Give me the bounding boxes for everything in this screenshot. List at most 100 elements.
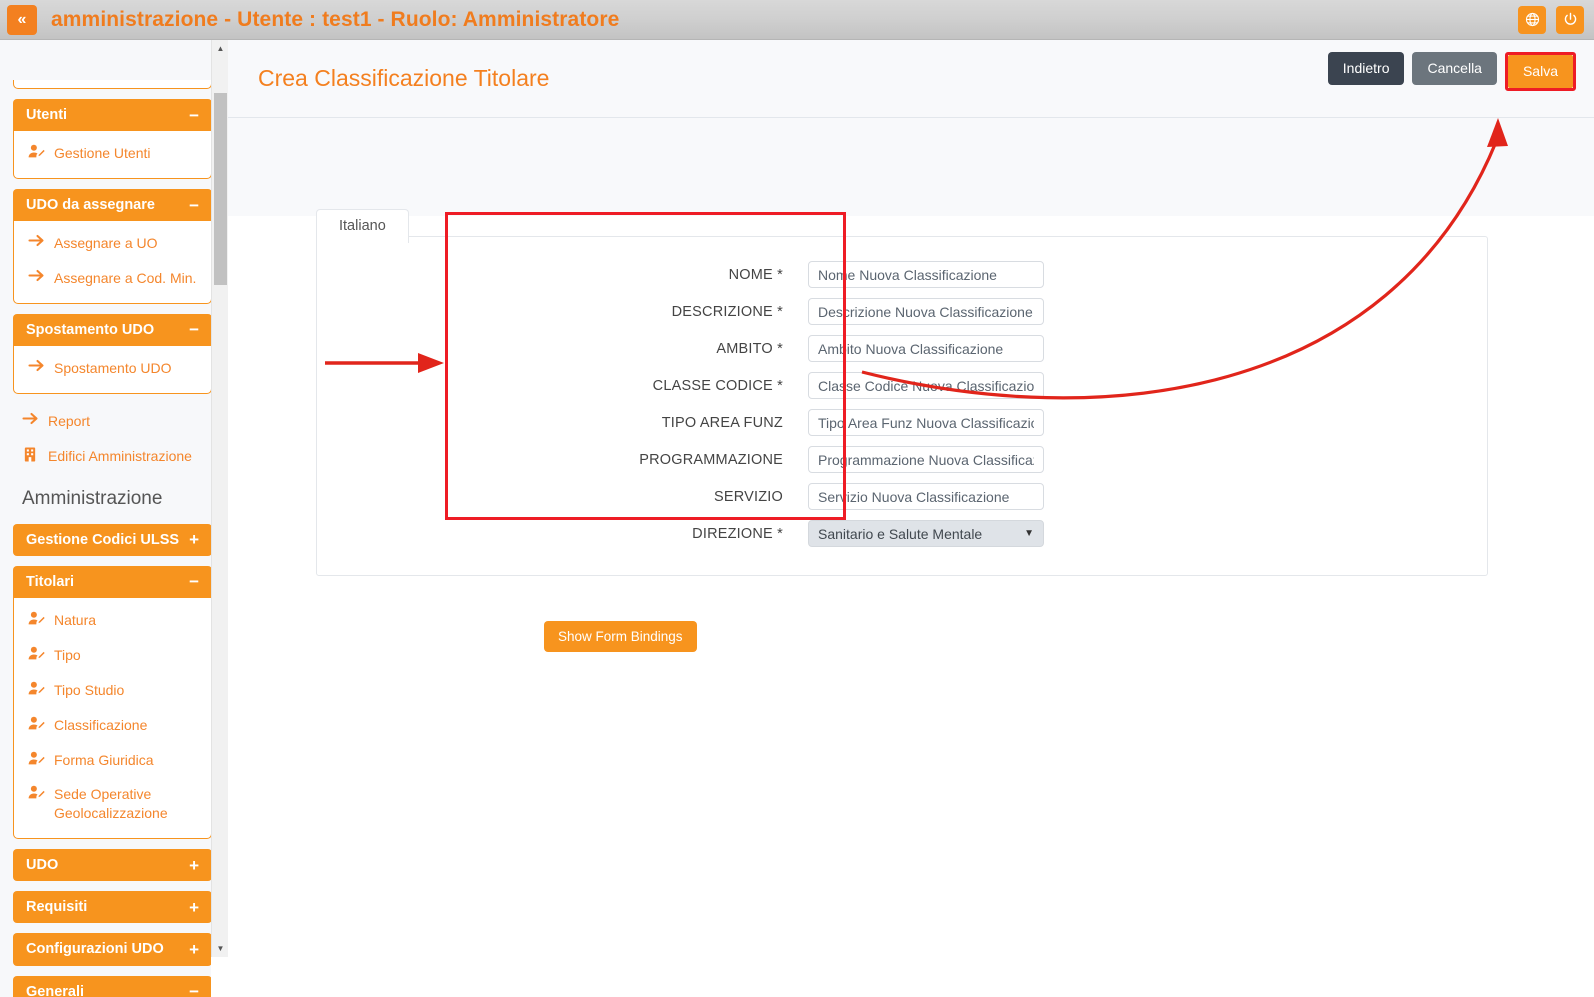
- minus-icon[interactable]: −: [189, 107, 199, 124]
- sidebar-panel-spostamento-udo: Spostamento UDO − Spostamento UDO: [13, 313, 211, 394]
- tab-italiano[interactable]: Italiano: [316, 209, 409, 243]
- field-label-ambito: AMBITO *: [716, 340, 783, 357]
- sidebar-panels-top: Utenti − Gestione Utenti UDO da assegnare − A…: [13, 99, 211, 394]
- sidebar-panel-title: Utenti: [26, 107, 68, 123]
- minus-icon[interactable]: −: [189, 197, 199, 214]
- sidebar-panel-configurazioni-udo: Configurazioni UDO +: [13, 933, 211, 966]
- sidebar-panel-gestione-codici-ulss: Gestione Codici ULSS +: [13, 523, 211, 556]
- sidebar-panel-header-generali[interactable]: Generali −: [13, 975, 211, 997]
- chevron-down-icon[interactable]: ▼: [1024, 528, 1034, 539]
- sidebar: Utenti − Gestione Utenti UDO da assegnare − A…: [0, 40, 228, 997]
- top-bar: « amministrazione - Utente : test1 - Ruo…: [0, 0, 1594, 40]
- user-edit-icon: [27, 646, 45, 661]
- sidebar-item-label: Tipo: [54, 646, 81, 663]
- sidebar-item-edifici-amministrazione[interactable]: Edifici Amministrazione: [13, 439, 211, 474]
- sidebar-panel-header-configurazioni-udo[interactable]: Configurazioni UDO +: [13, 933, 211, 966]
- minus-icon[interactable]: −: [189, 983, 199, 997]
- sidebar-panel-header-titolari[interactable]: Titolari −: [13, 565, 211, 598]
- field-label-nome: NOME *: [728, 266, 783, 283]
- sidebar-item-classificazione[interactable]: Classificazione: [14, 708, 211, 743]
- field-input-ambito[interactable]: [808, 335, 1044, 362]
- sidebar-item-gestione-utenti[interactable]: Gestione Utenti: [14, 136, 211, 171]
- field-input-descrizione[interactable]: [808, 298, 1044, 325]
- sidebar-item-label: Natura: [54, 611, 97, 628]
- sidebar-panel-titolari: Titolari − Natura Tipo Tipo Studio Classifica…: [13, 565, 211, 840]
- field-input-tipo-area-funz[interactable]: [808, 409, 1044, 436]
- field-label-programmazione: PROGRAMMAZIONE: [639, 451, 783, 468]
- sidebar-item-sede-operative-geolocalizzazione[interactable]: Sede Operative Geolocalizzazione: [14, 777, 211, 831]
- direzione-select[interactable]: Sanitario e Salute Mentale ▼: [808, 520, 1044, 547]
- sidebar-item-spostamento-udo[interactable]: Spostamento UDO: [14, 351, 211, 386]
- sidebar-item-assegnare-a-uo[interactable]: Assegnare a UO: [14, 226, 211, 261]
- building-icon: [21, 447, 39, 462]
- field-label-classe-codice: CLASSE CODICE *: [652, 377, 783, 394]
- save-button[interactable]: Salva: [1507, 55, 1573, 88]
- select-value: Sanitario e Salute Mentale: [818, 525, 983, 542]
- sidebar-item-natura[interactable]: Natura: [14, 603, 211, 638]
- sidebar-panel-title: UDO da assegnare: [26, 197, 155, 214]
- field-label-descrizione: DESCRIZIONE *: [671, 303, 783, 320]
- back-button[interactable]: Indietro: [1327, 52, 1405, 85]
- sidebar-panel-udo-da-assegnare: UDO da assegnare − Assegnare a UO Assegnare…: [13, 189, 211, 304]
- sidebar-item-label: Forma Giuridica: [54, 751, 154, 768]
- arrow-right-icon: [27, 234, 45, 247]
- show-form-bindings-button[interactable]: Show Form Bindings: [544, 621, 697, 652]
- sidebar-item-report[interactable]: Report: [13, 404, 211, 439]
- scroll-down-icon[interactable]: ▼: [212, 940, 229, 957]
- sidebar-panel-header-requisiti[interactable]: Requisiti +: [13, 891, 211, 924]
- minus-icon[interactable]: −: [189, 321, 199, 338]
- globe-icon[interactable]: [1518, 5, 1546, 34]
- sidebar-item-forma-giuridica[interactable]: Forma Giuridica: [14, 743, 211, 778]
- sidebar-panel-title: Titolari: [26, 573, 75, 590]
- arrow-right-icon: [21, 412, 39, 425]
- sidebar-item-label: Tipo Studio: [54, 681, 125, 698]
- field-input-programmazione[interactable]: [808, 446, 1044, 473]
- plus-icon[interactable]: +: [189, 531, 199, 548]
- field-label-servizio: SERVIZIO: [713, 488, 783, 505]
- scroll-up-icon[interactable]: ▲: [212, 40, 229, 57]
- field-label-tipo-area-funz: TIPO AREA FUNZ: [661, 414, 783, 431]
- form-row: AMBITO *: [228, 335, 1088, 362]
- power-icon[interactable]: [1556, 5, 1584, 34]
- sidebar-panel-udo: UDO +: [13, 849, 211, 882]
- scrollbar-thumb[interactable]: [214, 93, 227, 285]
- sidebar-panel-title: Configurazioni UDO: [26, 941, 164, 958]
- sidebar-panel-title: Spostamento UDO: [26, 321, 155, 338]
- sidebar-panel-header-spostamento-udo[interactable]: Spostamento UDO −: [13, 313, 211, 347]
- sidebar-item-tipo-studio[interactable]: Tipo Studio: [14, 673, 211, 708]
- plus-icon[interactable]: +: [189, 857, 199, 874]
- page-title: Crea Classificazione Titolare: [258, 65, 550, 91]
- sidebar-item-tipo[interactable]: Tipo: [14, 638, 211, 673]
- cancel-button[interactable]: Cancella: [1412, 52, 1497, 85]
- sidebar-panel-header-utenti[interactable]: Utenti −: [13, 99, 211, 132]
- sidebar-panel-header-gestione-codici-ulss[interactable]: Gestione Codici ULSS +: [13, 523, 211, 556]
- user-edit-icon: [27, 716, 45, 731]
- sidebar-panel-header-udo-da-assegnare[interactable]: UDO da assegnare −: [13, 189, 211, 222]
- sidebar-item-assegnare-a-cod-min[interactable]: Assegnare a Cod. Min.: [14, 261, 211, 296]
- sidebar-panel-title: Generali: [26, 983, 85, 997]
- sidebar-panel-header-udo[interactable]: UDO +: [13, 849, 211, 882]
- field-input-nome[interactable]: [808, 261, 1044, 288]
- minus-icon[interactable]: −: [189, 573, 199, 590]
- sidebar-item-label: Spostamento UDO: [54, 360, 172, 377]
- sidebar-panel-body-udo-da-assegnare: Assegnare a UO Assegnare a Cod. Min.: [13, 221, 211, 304]
- arrow-right-icon: [27, 269, 45, 282]
- form-row: DESCRIZIONE *: [228, 298, 1088, 325]
- form-row: PROGRAMMAZIONE: [228, 446, 1088, 473]
- field-input-classe-codice[interactable]: [808, 372, 1044, 399]
- plus-icon[interactable]: +: [189, 899, 199, 916]
- plus-icon[interactable]: +: [189, 941, 199, 958]
- page-header: Crea Classificazione Titolare Indietro C…: [228, 40, 1594, 118]
- sidebar-collapse-icon[interactable]: «: [7, 4, 37, 35]
- sidebar-item-label: Edifici Amministrazione: [48, 447, 192, 464]
- field-input-servizio[interactable]: [808, 483, 1044, 510]
- sidebar-panel-title: Gestione Codici ULSS: [26, 531, 180, 548]
- field-label-direzione: DIREZIONE *: [692, 525, 783, 542]
- form-row: DIREZIONE * Sanitario e Salute Mentale ▼: [228, 520, 1088, 547]
- sidebar-section-title: Amministrazione: [22, 487, 163, 509]
- content-spacer: [228, 118, 1594, 216]
- sidebar-scrollbar[interactable]: ▲ ▼: [211, 40, 229, 957]
- sidebar-panels-collapsed-mid: Gestione Codici ULSS +: [13, 523, 211, 556]
- sidebar-item-label: Assegnare a Cod. Min.: [54, 270, 197, 287]
- sidebar-panel-generali: Generali−Direzioni: [13, 975, 211, 997]
